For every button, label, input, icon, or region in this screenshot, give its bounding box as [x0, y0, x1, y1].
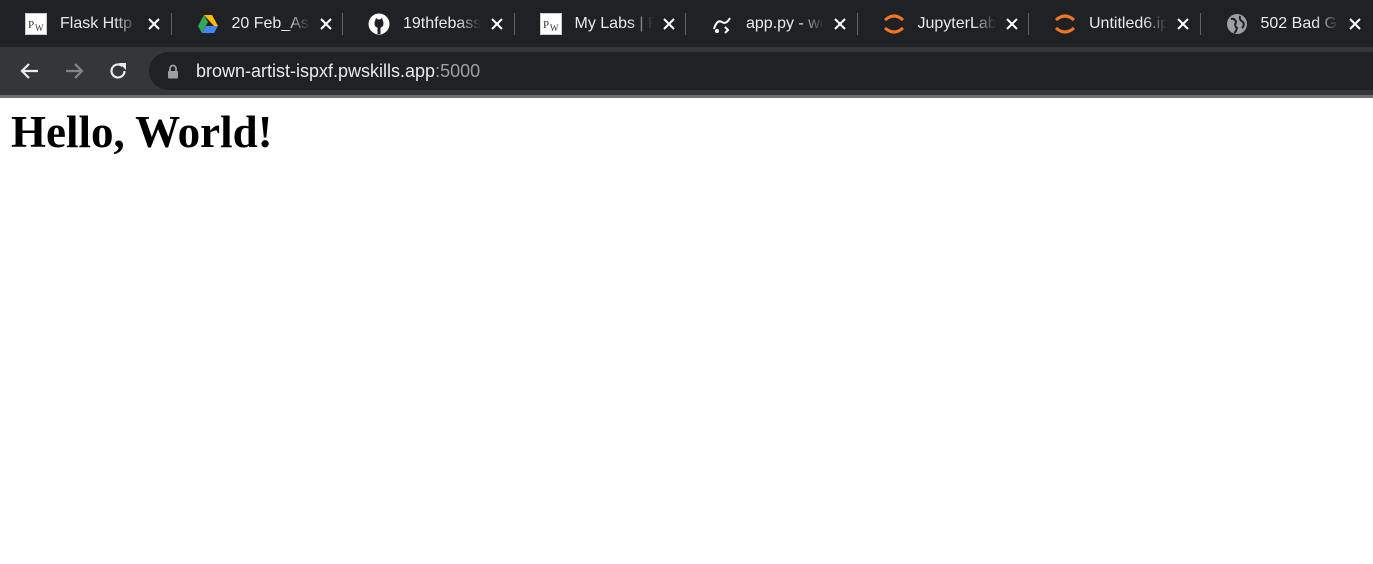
tab-strip: PW Flask Http M 20 Feb_Assi 19thfebassi …	[0, 0, 1373, 47]
svg-text:W: W	[550, 23, 559, 33]
close-icon[interactable]	[1002, 14, 1022, 34]
tab-502-bad-gateway[interactable]: 502 Bad Ga	[1201, 0, 1373, 47]
lock-icon[interactable]	[166, 63, 180, 79]
svg-text:P: P	[543, 19, 549, 31]
tab-app-py[interactable]: app.py - wo	[686, 0, 858, 47]
github-icon	[368, 13, 390, 35]
close-icon[interactable]	[487, 14, 507, 34]
url-text[interactable]: brown-artist-ispxf.pwskills.app:5000	[196, 61, 480, 82]
close-icon[interactable]	[316, 14, 336, 34]
page-heading: Hello, World!	[11, 107, 273, 157]
tab-title: app.py - wo	[746, 14, 824, 32]
svg-text:W: W	[35, 23, 44, 33]
url-host: brown-artist-ispxf.pwskills.app	[196, 60, 436, 81]
reload-icon	[110, 63, 126, 79]
tab-flask-http[interactable]: PW Flask Http M	[0, 0, 172, 47]
reload-button[interactable]	[105, 58, 131, 84]
tab-title: JupyterLab	[917, 14, 996, 32]
close-icon[interactable]	[830, 14, 850, 34]
arrow-right-icon	[66, 63, 84, 79]
tab-my-labs[interactable]: PW My Labs | P	[515, 0, 687, 47]
tab-title: Flask Http M	[60, 14, 138, 32]
close-icon[interactable]	[659, 14, 679, 34]
tab-jupyterlab[interactable]: JupyterLab	[858, 0, 1030, 47]
pw-skills-logo-icon: PW	[25, 12, 47, 35]
tab-title: Untitled6.ip	[1089, 14, 1167, 32]
close-icon[interactable]	[144, 14, 164, 34]
tab-20-feb-assignment[interactable]: 20 Feb_Assi	[172, 0, 344, 47]
tab-title: 20 Feb_Assi	[231, 14, 310, 32]
browser-toolbar: brown-artist-ispxf.pwskills.app:5000	[0, 47, 1373, 95]
tab-title: 19thfebassi	[403, 14, 481, 32]
tab-untitled6[interactable]: Untitled6.ip	[1029, 0, 1201, 47]
close-icon[interactable]	[1345, 14, 1365, 34]
google-drive-icon	[197, 13, 219, 35]
jupyter-icon	[883, 13, 905, 35]
arrow-left-icon	[20, 63, 38, 79]
address-bar[interactable]: brown-artist-ispxf.pwskills.app:5000	[149, 52, 1373, 90]
code-editor-icon	[711, 13, 733, 35]
tab-title: 502 Bad Ga	[1260, 14, 1339, 32]
url-port: :5000	[435, 60, 481, 81]
globe-icon	[1226, 13, 1248, 35]
close-icon[interactable]	[1173, 14, 1193, 34]
jupyter-icon	[1054, 13, 1076, 35]
tab-github-19thfeb[interactable]: 19thfebassi	[343, 0, 515, 47]
page-content: Hello, World!	[0, 98, 1373, 564]
pw-skills-logo-icon: PW	[539, 12, 562, 35]
svg-text:P: P	[28, 19, 34, 31]
tab-title: My Labs | P	[574, 14, 653, 32]
back-button[interactable]	[17, 58, 43, 84]
forward-button[interactable]	[61, 58, 87, 84]
